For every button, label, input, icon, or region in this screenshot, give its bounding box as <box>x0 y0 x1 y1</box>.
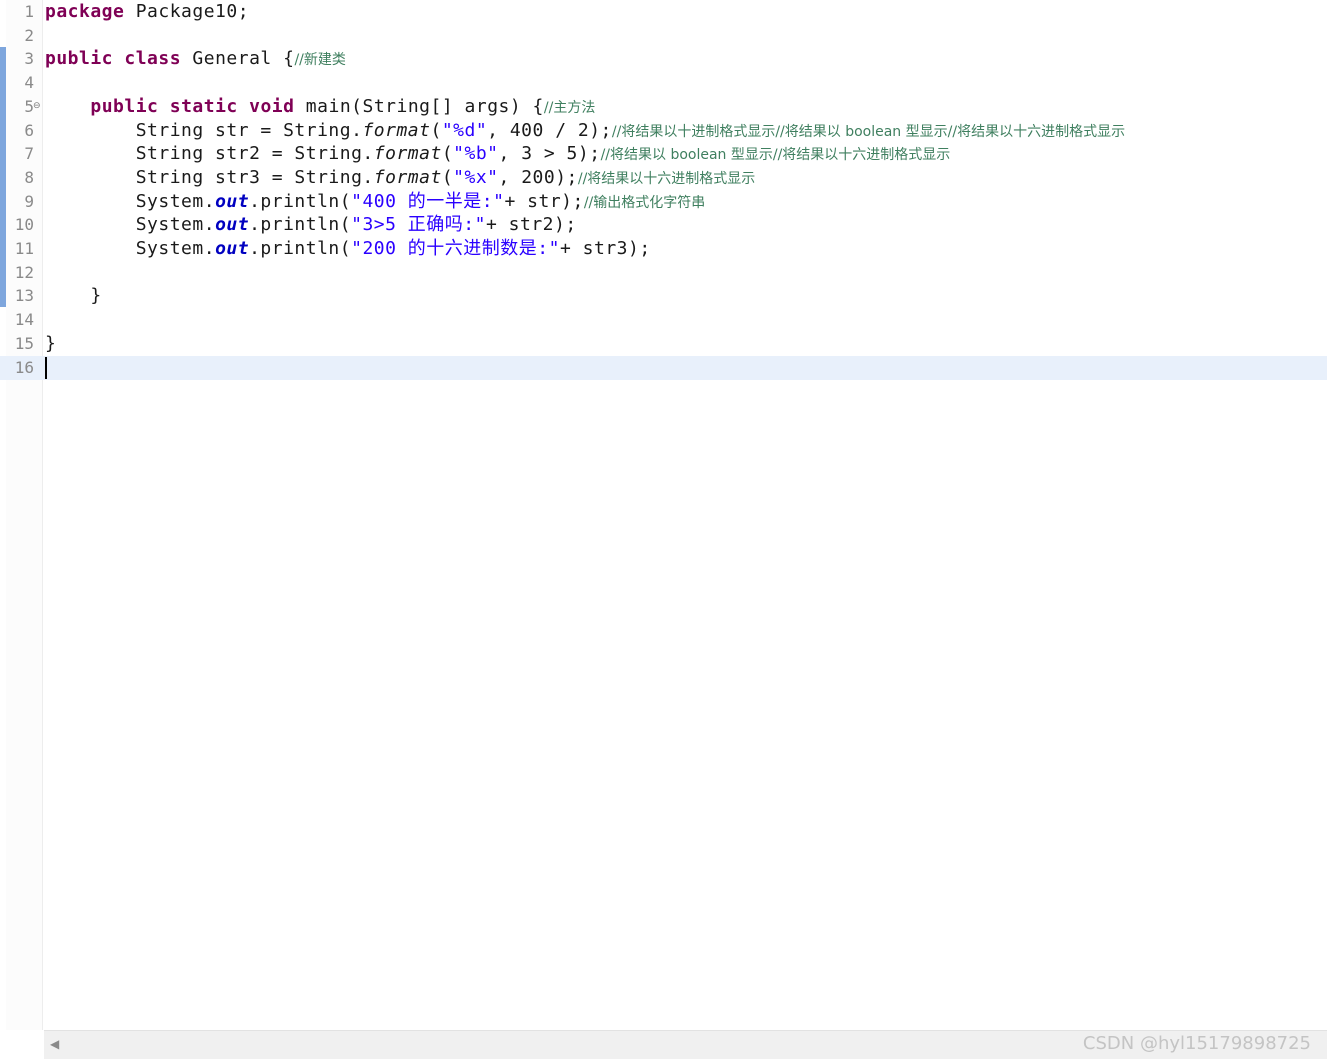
line-number: 8 <box>24 167 34 187</box>
code-text[interactable]: public static void main(String[] args) {… <box>45 95 595 120</box>
token-ident: String str3 = String. <box>45 166 374 188</box>
token-str: "%b" <box>453 143 499 165</box>
line-number: 11 <box>14 239 34 258</box>
token-ident: } <box>45 332 57 354</box>
line-number: 13 <box>14 286 34 306</box>
fold-collapse-icon[interactable]: ⊖ <box>33 101 41 111</box>
code-line[interactable]: 2 <box>0 24 1327 48</box>
token-ident: } <box>45 285 102 307</box>
token-ident: + str3); <box>559 238 651 259</box>
code-text[interactable]: String str3 = String.format("%x", 200);/… <box>45 166 756 191</box>
token-ident: + str); <box>504 190 584 212</box>
line-number: 7 <box>24 144 34 164</box>
code-text[interactable]: String str = String.format("%d", 400 / 2… <box>45 119 1125 144</box>
line-number: 16 <box>14 357 34 377</box>
token-ident: General { <box>181 48 295 70</box>
token-comment: //输出格式化字符串 <box>583 194 706 211</box>
token-ident: + str2); <box>485 214 577 236</box>
token-ident <box>45 96 90 117</box>
line-number: 5 <box>24 96 34 116</box>
token-ident: .println( <box>249 214 352 236</box>
token-comment: //将结果以 boolean 型显示//将结果以十六进制格式显示 <box>600 147 951 164</box>
code-line[interactable]: 1 package Package10; <box>0 0 1327 24</box>
code-line[interactable]: 9 System.out.println("400 的一半是:"+ str);/… <box>0 190 1327 214</box>
token-ident <box>158 96 169 117</box>
line-number: 2 <box>24 25 34 45</box>
token-static-field: out <box>215 238 250 259</box>
code-line[interactable]: 6 String str = String.format("%d", 400 /… <box>0 119 1327 143</box>
line-number: 3 <box>24 49 34 69</box>
token-ident <box>113 48 124 69</box>
code-text[interactable]: } <box>45 332 56 356</box>
scroll-left-arrow-icon[interactable]: ◀ <box>50 1037 59 1051</box>
code-line[interactable]: 7 String str2 = String.format("%b", 3 > … <box>0 142 1327 166</box>
text-caret <box>45 357 47 379</box>
code-text[interactable]: System.out.println("200 的十六进制数是:"+ str3)… <box>45 237 651 261</box>
token-str: "400 的一半是:" <box>351 190 505 212</box>
code-line[interactable]: 16 <box>0 355 1327 380</box>
code-text[interactable]: package Package10; <box>45 0 249 24</box>
token-comment: //主方法 <box>543 99 596 116</box>
code-line[interactable]: 5 ⊖ public static void main(String[] args… <box>0 95 1327 119</box>
code-text[interactable]: System.out.println("400 的一半是:"+ str);//输… <box>45 190 706 215</box>
token-kw: package <box>45 1 125 22</box>
token-ident: System. <box>45 214 216 236</box>
token-str: "%x" <box>453 166 499 188</box>
token-str: "%d" <box>441 119 488 141</box>
token-static-field: out <box>215 214 250 236</box>
line-number: 9 <box>24 191 34 211</box>
line-number: 1 <box>24 2 34 21</box>
line-number: 14 <box>14 310 34 330</box>
token-kw: public <box>45 48 114 70</box>
code-editor[interactable]: 1 package Package10; 2 3 public class Genera… <box>0 0 1327 1030</box>
token-ident <box>238 96 249 117</box>
line-number: 6 <box>24 120 34 140</box>
code-line[interactable]: 14 <box>0 308 1327 332</box>
token-static-method: format <box>362 119 431 141</box>
code-text[interactable]: System.out.println("3>5 正确吗:"+ str2); <box>45 213 577 237</box>
token-static-method: format <box>373 143 442 165</box>
token-ident: String str2 = String. <box>45 143 374 165</box>
token-ident: , 200); <box>498 166 578 188</box>
token-static-method: format <box>373 166 442 188</box>
token-comment: //将结果以十进制格式显示//将结果以 boolean 型显示//将结果以十六进… <box>611 123 1126 140</box>
code-text[interactable]: } <box>45 284 102 308</box>
token-ident: , 3 > 5); <box>498 143 601 165</box>
code-line[interactable]: 4 <box>0 71 1327 95</box>
csdn-watermark: CSDN @hyl15179898725 <box>1082 1033 1311 1054</box>
code-line[interactable]: 15} <box>0 332 1327 356</box>
token-ident: .println( <box>249 190 352 212</box>
code-line[interactable]: 8 String str3 = String.format("%x", 200)… <box>0 166 1327 190</box>
token-ident: ( <box>441 143 454 165</box>
token-kw: void <box>249 95 295 117</box>
token-str: "200 的十六进制数是:" <box>351 238 560 259</box>
line-number: 10 <box>14 215 34 235</box>
token-ident: .println( <box>249 238 352 259</box>
code-text[interactable]: public class General {//新建类 <box>45 47 346 72</box>
token-ident: ( <box>430 119 442 141</box>
token-kw: public <box>90 95 159 117</box>
token-comment: //新建类 <box>294 52 346 69</box>
code-text[interactable]: String str2 = String.format("%b", 3 > 5)… <box>45 142 951 167</box>
line-number: 15 <box>14 333 34 353</box>
line-number: 4 <box>24 73 34 93</box>
token-kw: class <box>124 48 182 70</box>
token-ident: System. <box>45 238 216 259</box>
code-line[interactable]: 10 System.out.println("3>5 正确吗:"+ str2); <box>0 213 1327 237</box>
token-ident: main(String[] args) { <box>294 95 544 117</box>
token-ident: ( <box>441 166 454 188</box>
token-ident: String str = String. <box>45 119 363 141</box>
token-ident: System. <box>45 190 216 212</box>
code-line[interactable]: 13 } <box>0 284 1327 308</box>
token-comment: //将结果以十六进制格式显示 <box>577 170 756 187</box>
code-line[interactable]: 12 <box>0 261 1327 285</box>
token-ident: , 400 / 2); <box>487 119 612 141</box>
token-static-field: out <box>215 190 250 212</box>
line-number: 12 <box>14 262 34 282</box>
token-ident: Package10; <box>124 1 250 22</box>
token-str: "3>5 正确吗:" <box>351 214 486 236</box>
code-line[interactable]: 3 public class General {//新建类 <box>0 47 1327 71</box>
code-line[interactable]: 11 System.out.println("200 的十六进制数是:"+ st… <box>0 237 1327 261</box>
token-kw: static <box>169 95 238 117</box>
